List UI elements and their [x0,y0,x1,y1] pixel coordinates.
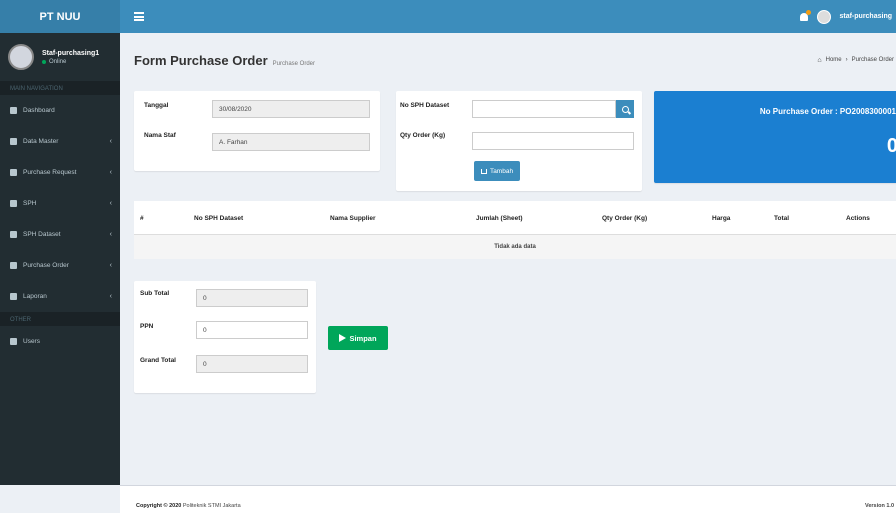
sidebar-item-users[interactable]: Users [0,326,120,357]
breadcrumb: ⌂ Home › Purchase Order [817,57,894,64]
search-icon [621,105,629,113]
page-title: Form Purchase Order [134,53,268,68]
chevron-left-icon: ‹ [109,231,112,238]
order-info-box: Tanggal 30/08/2020 Nama Staf A. Farhan [134,91,380,171]
breadcrumb-current: Purchase Order [851,57,894,63]
dashboard-icon [10,107,17,114]
ppn-label: PPN [140,323,154,330]
sidebar-user-name: Staf-purchasing1 [42,49,100,57]
grand-total-label: Grand Total [140,357,176,364]
report-icon [10,293,17,300]
file-icon [10,200,17,207]
sidebar-item-purchase-request[interactable]: Purchase Request ‹ [0,157,120,188]
sidebar-item-laporan[interactable]: Laporan ‹ [0,281,120,312]
notification-icon[interactable] [799,9,812,23]
nama-staf-label: Nama Staf [144,132,176,139]
qty-label: Qty Order (Kg) [400,132,446,139]
top-navbar: PT NUU staf-purchasing [0,0,896,33]
chevron-left-icon: ‹ [109,293,112,300]
no-sph-input[interactable] [472,100,616,118]
menu-header-main: MAIN NAVIGATION [0,81,120,95]
search-button[interactable] [616,100,634,118]
cart-icon [10,262,17,269]
table-header: # No SPH Dataset Nama Supplier Jumlah (S… [134,201,896,235]
database-icon [10,138,17,145]
sidebar-item-dashboard[interactable]: Dashboard [0,95,120,126]
user-status: Online [42,59,99,65]
users-icon [10,338,17,345]
col-qty: Qty Order (Kg) [602,214,648,222]
menu-toggle-icon[interactable] [134,12,144,21]
footer: Copyright © 2020 Politeknik STMI Jakarta… [120,485,896,513]
col-actions: Actions [846,214,870,222]
online-dot-icon [42,59,46,64]
avatar [8,44,34,70]
chevron-left-icon: ‹ [109,138,112,145]
tanggal-field[interactable]: 30/08/2020 [212,100,370,118]
tanggal-label: Tanggal [144,102,169,109]
sidebar-item-sph[interactable]: SPH ‹ [0,188,120,219]
chevron-left-icon: ‹ [109,200,112,207]
content-area: Form Purchase Order Purchase Order ⌂ Hom… [120,33,896,485]
col-number: # [140,214,144,222]
sidebar-item-data-master[interactable]: Data Master ‹ [0,126,120,157]
sub-total-field[interactable]: 0 [196,289,308,307]
po-info-box: No Purchase Order : PO20083000011 0 [654,91,896,183]
send-icon [339,334,347,342]
simpan-button[interactable]: Simpan [328,326,388,350]
po-item-count: 0 [886,135,896,157]
cart-icon [480,168,487,174]
navbar: staf-purchasing [120,0,896,33]
sidebar-item-sph-dataset[interactable]: SPH Dataset ‹ [0,219,120,250]
sidebar: Staf-purchasing1 Online MAIN NAVIGATION … [0,33,120,485]
home-icon: ⌂ [817,57,822,64]
sub-total-label: Sub Total [140,290,170,297]
breadcrumb-separator: › [845,57,848,63]
table-empty-row: Tidak ada data [134,235,896,259]
footer-version: Version 1.0 [864,503,894,509]
col-jumlah: Jumlah (Sheet) [476,214,523,222]
po-number: No Purchase Order : PO20083000011 [759,107,896,116]
nama-staf-field[interactable]: A. Farhan [212,133,370,151]
col-harga: Harga [712,214,731,222]
app-logo[interactable]: PT NUU [0,0,120,33]
nav-user-name[interactable]: staf-purchasing [839,13,892,20]
no-sph-label: No SPH Dataset [400,102,450,109]
chevron-left-icon: ‹ [109,169,112,176]
footer-copyright: Copyright © 2020 Politeknik STMI Jakarta [136,503,241,509]
add-item-box: No SPH Dataset Qty Order (Kg) Tambah [396,91,642,191]
sidebar-item-purchase-order[interactable]: Purchase Order ‹ [0,250,120,281]
items-table: # No SPH Dataset Nama Supplier Jumlah (S… [134,201,896,267]
user-panel: Staf-purchasing1 Online [0,33,120,81]
content-header: Form Purchase Order Purchase Order [134,53,315,68]
chevron-left-icon: ‹ [109,262,112,269]
page-subtitle: Purchase Order [272,61,316,67]
ppn-input[interactable]: 0 [196,321,308,339]
breadcrumb-home[interactable]: Home [826,57,842,64]
grand-total-field[interactable]: 0 [196,355,308,373]
col-supplier: Nama Supplier [330,214,376,222]
menu-header-other: OTHER [0,312,120,326]
col-no-sph: No SPH Dataset [194,214,244,222]
qty-input[interactable] [472,132,634,150]
file-icon [10,231,17,238]
cart-icon [10,169,17,176]
tambah-button[interactable]: Tambah [474,161,520,181]
totals-box: Sub Total 0 PPN 0 Grand Total 0 [134,281,316,393]
nav-right: staf-purchasing [799,0,896,33]
col-total: Total [774,214,790,222]
user-avatar-icon[interactable] [817,9,832,24]
